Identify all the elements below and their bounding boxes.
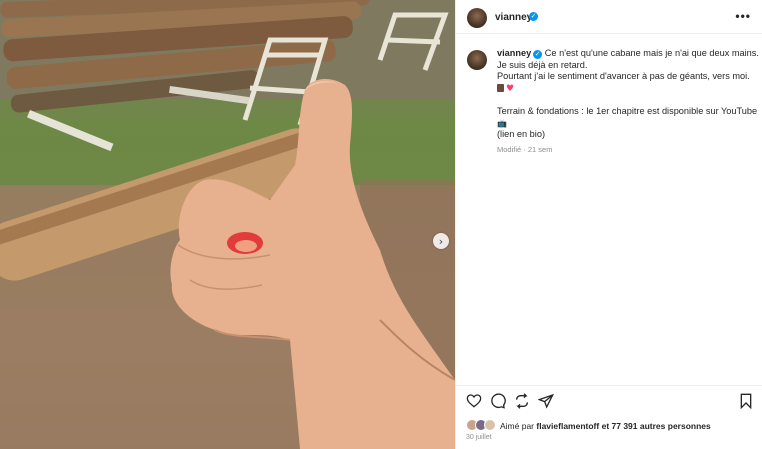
likes-summary: Aimé par flavieflamentoff et 77 391 autr…	[466, 419, 761, 432]
pink-heart-emoji-icon: ♥	[506, 83, 515, 94]
liker-avatars	[466, 419, 500, 431]
verified-badge-icon: ✓	[529, 12, 538, 21]
tv-emoji-icon: 📺	[497, 118, 507, 128]
more-options-icon[interactable]: •••	[735, 9, 751, 23]
liker-username[interactable]: flavieflamentoff	[536, 421, 599, 431]
caption-line-5: (lien en bio)	[497, 129, 546, 139]
post-side-panel: vianney ✓ ••• vianney ✓ Ce n'est qu'une c…	[455, 0, 762, 449]
caption-avatar[interactable]	[467, 50, 487, 70]
likes-text: Aimé par flavieflamentoff et 77 391 autr…	[500, 421, 711, 431]
post-header: vianney ✓ •••	[456, 0, 762, 34]
post-date: 30 juillet	[466, 434, 492, 441]
caption-line-4: Terrain & fondations : le 1er chapitre e…	[497, 106, 758, 116]
caption-line-2: Pourtant j'ai le sentiment d'avancer à p…	[497, 71, 750, 81]
liker-avatar	[484, 419, 496, 431]
send-icon[interactable]	[537, 393, 556, 411]
likes-prefix: Aimé par	[500, 421, 535, 431]
post-photo: ›	[0, 0, 455, 449]
next-image-button[interactable]: ›	[433, 233, 449, 249]
share-icon[interactable]	[514, 393, 532, 411]
photo-scene	[0, 0, 455, 449]
edited-timestamp: Modifié · 21 sem	[497, 144, 553, 154]
log-emoji-icon	[497, 83, 504, 92]
header-username[interactable]: vianney	[495, 12, 532, 23]
heart-icon[interactable]	[466, 393, 484, 411]
caption-verified-badge-icon: ✓	[533, 50, 543, 59]
likes-suffix[interactable]: et 77 391 autres personnes	[602, 421, 711, 431]
actions-divider	[456, 385, 762, 386]
avatar[interactable]	[467, 8, 487, 28]
bookmark-icon[interactable]	[738, 393, 756, 411]
comment-icon[interactable]	[490, 393, 508, 411]
action-bar	[456, 393, 762, 411]
caption-username[interactable]: vianney	[497, 48, 531, 58]
caption-text: vianney ✓ Ce n'est qu'une cabane mais je …	[497, 48, 759, 155]
